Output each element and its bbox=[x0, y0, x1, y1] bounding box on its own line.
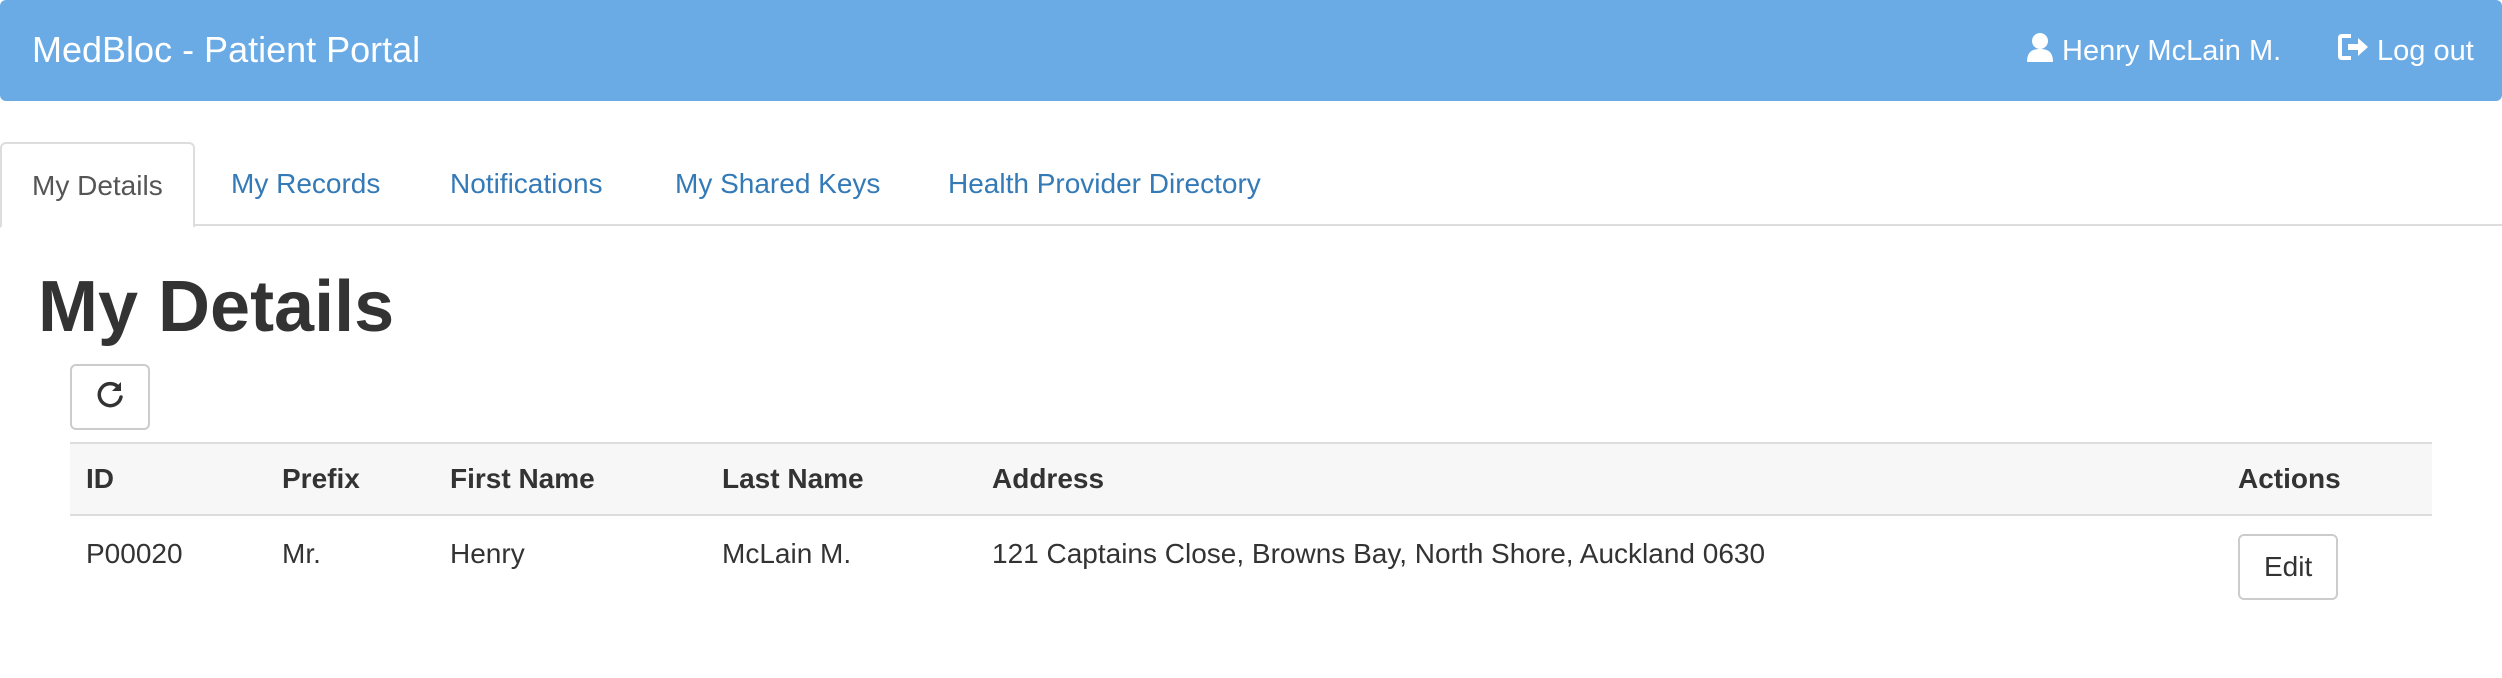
logout-link[interactable]: Log out bbox=[2337, 28, 2474, 74]
cell-actions: Edit bbox=[2222, 515, 2432, 605]
cell-address: 121 Captains Close, Browns Bay, North Sh… bbox=[992, 538, 1766, 569]
tab-my-details[interactable]: My Details bbox=[0, 142, 195, 228]
column-header-last-name: Last Name bbox=[706, 442, 976, 516]
brand-title[interactable]: MedBloc - Patient Portal bbox=[32, 26, 420, 74]
column-header-actions: Actions bbox=[2222, 442, 2432, 516]
tab-my-records[interactable]: My Records bbox=[231, 142, 380, 226]
logout-label: Log out bbox=[2377, 34, 2474, 67]
navbar: MedBloc - Patient Portal Henry McLain M.… bbox=[0, 0, 2502, 101]
cell-first-name: Henry bbox=[450, 538, 525, 569]
table-row: P00020 Mr. Henry McLain M. 121 Captains … bbox=[70, 515, 2432, 605]
tab-bar: My Details My Records Notifications My S… bbox=[0, 142, 2502, 228]
cell-last-name: McLain M. bbox=[722, 538, 852, 569]
user-menu[interactable]: Henry McLain M. bbox=[2026, 28, 2281, 74]
details-table: ID Prefix First Name Last Name Address A… bbox=[70, 442, 2432, 605]
table-header-row: ID Prefix First Name Last Name Address A… bbox=[70, 442, 2432, 516]
tab-health-provider-directory[interactable]: Health Provider Directory bbox=[948, 142, 1261, 226]
logout-icon bbox=[2337, 33, 2377, 69]
tab-notifications[interactable]: Notifications bbox=[450, 142, 603, 226]
user-icon bbox=[2026, 32, 2062, 70]
column-header-id: ID bbox=[70, 442, 266, 516]
column-header-address: Address bbox=[976, 442, 2222, 516]
edit-button[interactable]: Edit bbox=[2238, 534, 2339, 600]
tab-my-shared-keys[interactable]: My Shared Keys bbox=[675, 142, 880, 226]
cell-prefix: Mr. bbox=[282, 538, 321, 569]
refresh-icon bbox=[95, 380, 125, 415]
refresh-button[interactable] bbox=[70, 364, 150, 430]
cell-id: P00020 bbox=[86, 538, 183, 569]
page-title: My Details bbox=[38, 267, 395, 347]
column-header-first-name: First Name bbox=[434, 442, 706, 516]
user-name: Henry McLain M. bbox=[2062, 34, 2282, 67]
column-header-prefix: Prefix bbox=[266, 442, 434, 516]
